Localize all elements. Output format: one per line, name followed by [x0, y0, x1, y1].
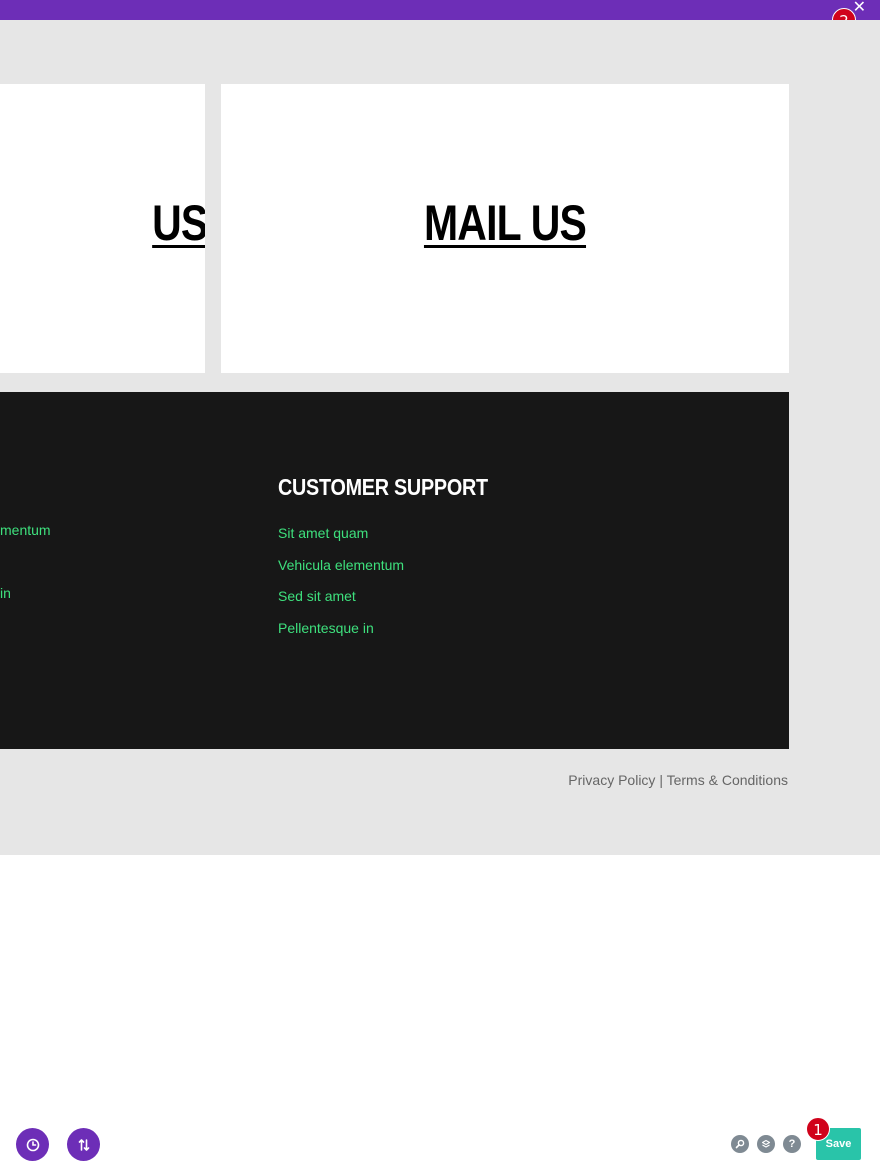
contact-card-left: US [0, 84, 205, 373]
list-item: Sit amet quam [278, 525, 404, 557]
card-title-left[interactable]: US [152, 194, 205, 252]
footer-link-sed-sit-amet[interactable]: Sed sit amet [278, 588, 356, 604]
list-item: Pellentesque in [278, 620, 404, 652]
annotation-marker-1: 1 [806, 1117, 830, 1141]
footer-section: mentum in CUSTOMER SUPPORT Sit amet quam… [0, 392, 789, 749]
legal-links: Privacy Policy | Terms & Conditions [568, 772, 788, 788]
footer-link-pellentesque-in[interactable]: Pellentesque in [278, 620, 374, 636]
history-button[interactable] [16, 1128, 49, 1161]
portability-button[interactable] [67, 1128, 100, 1161]
contact-card-mail: MAIL US [221, 84, 789, 373]
footer-link-partial-1[interactable]: mentum [0, 522, 51, 538]
mail-us-link[interactable]: MAIL US [272, 194, 738, 252]
list-item: Sed sit amet [278, 588, 404, 620]
page-canvas: US MAIL US mentum in CUSTOMER SUPPORT Si… [0, 20, 880, 855]
builder-top-bar: ✕ [0, 0, 880, 20]
layers-button[interactable] [757, 1135, 775, 1153]
list-item: Vehicula elementum [278, 557, 404, 589]
help-icon: ? [788, 1138, 796, 1150]
clock-icon [26, 1138, 39, 1151]
footer-links-list: Sit amet quam Vehicula elementum Sed sit… [278, 525, 404, 651]
sort-arrows-icon [78, 1138, 89, 1151]
footer-link-partial-2[interactable]: in [0, 585, 11, 601]
zoom-button[interactable] [731, 1135, 749, 1153]
footer-heading-customer-support: CUSTOMER SUPPORT [278, 474, 488, 500]
layers-icon [761, 1139, 771, 1148]
search-icon [735, 1139, 745, 1149]
footer-link-sit-amet-quam[interactable]: Sit amet quam [278, 525, 368, 541]
footer-link-vehicula-elementum[interactable]: Vehicula elementum [278, 557, 404, 573]
terms-conditions-link[interactable]: Terms & Conditions [667, 772, 788, 788]
help-button[interactable]: ? [783, 1135, 801, 1153]
privacy-policy-link[interactable]: Privacy Policy [568, 772, 655, 788]
legal-separator: | [659, 772, 663, 788]
